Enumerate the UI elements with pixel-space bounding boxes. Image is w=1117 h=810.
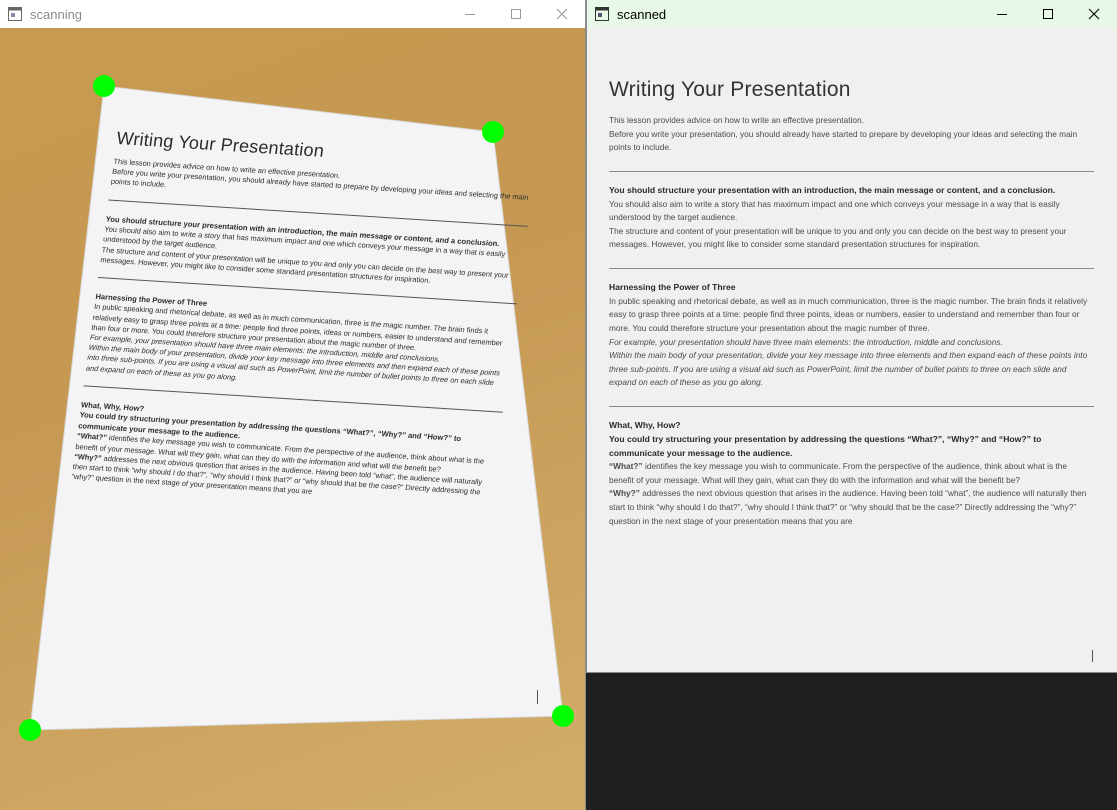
window-app-icon <box>8 7 22 21</box>
scanned-titlebar[interactable]: scanned <box>587 0 1117 28</box>
section-wwh-heading: What, Why, How? <box>609 419 681 430</box>
close-icon <box>1088 8 1100 20</box>
scanning-window: scanning Writing Your Presentation This … <box>0 0 585 810</box>
what-text: identifies the key message you wish to c… <box>609 461 1067 485</box>
divider <box>609 405 1094 407</box>
minimize-icon <box>465 14 475 15</box>
intro-line-2: Before you write your presentation, you … <box>609 128 1078 153</box>
camera-view: Writing Your Presentation This lesson pr… <box>0 28 585 810</box>
scanned-output: Writing Your Presentation This lesson pr… <box>587 28 1117 672</box>
page-mark <box>1092 650 1093 662</box>
what-label: “What?” <box>76 431 108 443</box>
maximize-icon <box>511 9 521 19</box>
corner-marker-bottom-left[interactable] <box>19 719 41 741</box>
maximize-button[interactable] <box>493 0 539 28</box>
why-label: “Why?” <box>73 451 103 463</box>
section-structure-paragraph-1: You should also aim to write a story tha… <box>609 198 1060 223</box>
minimize-icon <box>997 14 1007 15</box>
corner-marker-bottom-right[interactable] <box>552 705 574 727</box>
why-label: “Why?” <box>609 488 640 499</box>
window-title: scanned <box>617 6 667 22</box>
section-three-heading: Harnessing the Power of Three <box>609 281 736 292</box>
section-structure-paragraph-2: The structure and content of your presen… <box>609 225 1067 250</box>
why-text: addresses the next obvious question that… <box>609 488 1087 526</box>
close-button[interactable] <box>539 0 585 28</box>
window-title: scanning <box>30 6 83 22</box>
minimize-button[interactable] <box>447 0 493 28</box>
corner-marker-top-right[interactable] <box>482 121 504 143</box>
section-wwh-lead: You could try structuring your presentat… <box>609 433 1042 458</box>
intro-line-1: This lesson provides advice on how to wr… <box>609 115 864 125</box>
section-wwh-what: “What?” identifies the key message you w… <box>609 460 1094 487</box>
scanned-window: scanned Writing Your Presentation This l… <box>587 0 1117 672</box>
maximize-icon <box>1043 9 1053 19</box>
section-structure-heading: You should structure your presentation w… <box>609 184 1056 195</box>
scanned-document: Writing Your Presentation This lesson pr… <box>609 78 1094 528</box>
maximize-button[interactable] <box>1025 0 1071 28</box>
section-three-paragraph: In public speaking and rhetorical debate… <box>609 295 1088 333</box>
divider <box>609 267 1094 269</box>
what-label: “What?” <box>609 461 643 472</box>
corner-marker-top-left[interactable] <box>93 75 115 97</box>
close-icon <box>556 8 568 20</box>
document-title: Writing Your Presentation <box>609 78 851 101</box>
section-wwh-why: “Why?” addresses the next obvious questi… <box>609 487 1094 528</box>
window-app-icon <box>595 7 609 21</box>
close-button[interactable] <box>1071 0 1117 28</box>
page-mark <box>537 690 538 704</box>
section-three-example-2: Within the main body of your presentatio… <box>609 350 1088 388</box>
divider <box>609 170 1094 172</box>
photographed-document: Writing Your Presentation This lesson pr… <box>0 28 585 810</box>
paper-content: Writing Your Presentation This lesson pr… <box>71 128 537 508</box>
scanning-titlebar[interactable]: scanning <box>0 0 585 28</box>
section-three-example-1: For example, your presentation should ha… <box>609 336 1003 347</box>
minimize-button[interactable] <box>979 0 1025 28</box>
